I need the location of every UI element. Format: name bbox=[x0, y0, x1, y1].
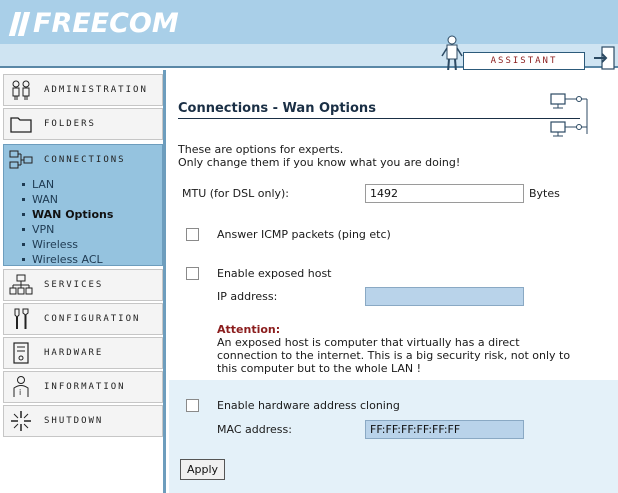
intro-line-1: These are options for experts. bbox=[178, 143, 344, 156]
network-diagram-icon bbox=[550, 93, 588, 137]
page-title: Connections - Wan Options bbox=[178, 101, 376, 116]
mac-cloning-checkbox[interactable] bbox=[186, 399, 199, 412]
freecom-logo: FREECOM bbox=[8, 6, 179, 40]
ip-address-label: IP address: bbox=[217, 290, 278, 303]
mtu-label: MTU (for DSL only): bbox=[182, 187, 290, 200]
exposed-host-checkbox[interactable] bbox=[186, 267, 199, 280]
mac-address-input[interactable] bbox=[365, 420, 524, 439]
nav-label: CONNECTIONS bbox=[44, 155, 126, 165]
nav-shutdown[interactable]: SHUTDOWN bbox=[3, 405, 163, 437]
exit-door-icon[interactable] bbox=[592, 44, 616, 72]
exposed-host-label: Enable exposed host bbox=[217, 267, 332, 280]
intro-text: These are options for experts. Only chan… bbox=[178, 143, 460, 169]
assistant-person-icon bbox=[441, 35, 463, 73]
folder-icon bbox=[4, 109, 38, 139]
sidebar: ADMINISTRATION FOLDERS CONNECTIONS LAN W… bbox=[0, 70, 166, 493]
submenu-wireless-acl[interactable]: Wireless ACL bbox=[4, 252, 162, 267]
logo-text: FREECOM bbox=[33, 7, 179, 39]
nav-connections-active: CONNECTIONS LAN WAN WAN Options VPN Wire… bbox=[3, 144, 163, 266]
apply-button[interactable]: Apply bbox=[180, 459, 225, 480]
connections-submenu: LAN WAN WAN Options VPN Wireless Wireles… bbox=[4, 177, 162, 267]
users-icon bbox=[4, 75, 38, 105]
nav-configuration[interactable]: CONFIGURATION bbox=[3, 303, 163, 335]
submenu-wan[interactable]: WAN bbox=[4, 192, 162, 207]
assistant-button[interactable]: ASSISTANT bbox=[463, 52, 585, 70]
nav-services[interactable]: SERVICES bbox=[3, 269, 163, 301]
services-icon bbox=[4, 270, 38, 300]
hardware-icon bbox=[4, 338, 38, 368]
nav-label: HARDWARE bbox=[44, 348, 104, 358]
header-bar: FREECOM ASSISTANT bbox=[0, 0, 618, 73]
info-person-icon: i bbox=[4, 372, 38, 402]
logo-bars-icon bbox=[8, 10, 31, 36]
nav-label: CONFIGURATION bbox=[44, 314, 141, 324]
intro-line-2: Only change them if you know what you ar… bbox=[178, 156, 461, 169]
mtu-input[interactable] bbox=[365, 184, 524, 203]
title-divider bbox=[178, 118, 580, 119]
mac-cloning-label: Enable hardware address cloning bbox=[217, 399, 400, 412]
attention-title: Attention: bbox=[217, 323, 281, 336]
network-icon bbox=[4, 145, 38, 175]
nav-label: ADMINISTRATION bbox=[44, 85, 148, 95]
submenu-lan[interactable]: LAN bbox=[4, 177, 162, 192]
mac-address-label: MAC address: bbox=[217, 423, 292, 436]
submenu-wan-options[interactable]: WAN Options bbox=[4, 207, 162, 222]
submenu-wireless[interactable]: Wireless bbox=[4, 237, 162, 252]
assistant-label: ASSISTANT bbox=[490, 56, 558, 66]
nav-information[interactable]: i INFORMATION bbox=[3, 371, 163, 403]
nav-label: FOLDERS bbox=[44, 119, 96, 129]
nav-connections[interactable]: CONNECTIONS bbox=[4, 145, 162, 175]
nav-administration[interactable]: ADMINISTRATION bbox=[3, 74, 163, 106]
attention-text: An exposed host is computer that virtual… bbox=[217, 336, 571, 375]
nav-hardware[interactable]: HARDWARE bbox=[3, 337, 163, 369]
submenu-vpn[interactable]: VPN bbox=[4, 222, 162, 237]
icmp-checkbox[interactable] bbox=[186, 228, 199, 241]
nav-folders[interactable]: FOLDERS bbox=[3, 108, 163, 140]
nav-label: SHUTDOWN bbox=[44, 416, 104, 426]
mtu-unit: Bytes bbox=[529, 187, 560, 200]
tools-icon bbox=[4, 304, 38, 334]
power-icon bbox=[4, 406, 38, 436]
svg-text:i: i bbox=[19, 388, 21, 397]
icmp-label: Answer ICMP packets (ping etc) bbox=[217, 228, 391, 241]
main-content: Connections - Wan Options These are opti… bbox=[169, 70, 618, 493]
nav-label: INFORMATION bbox=[44, 382, 126, 392]
nav-label: SERVICES bbox=[44, 280, 104, 290]
ip-address-input[interactable] bbox=[365, 287, 524, 306]
